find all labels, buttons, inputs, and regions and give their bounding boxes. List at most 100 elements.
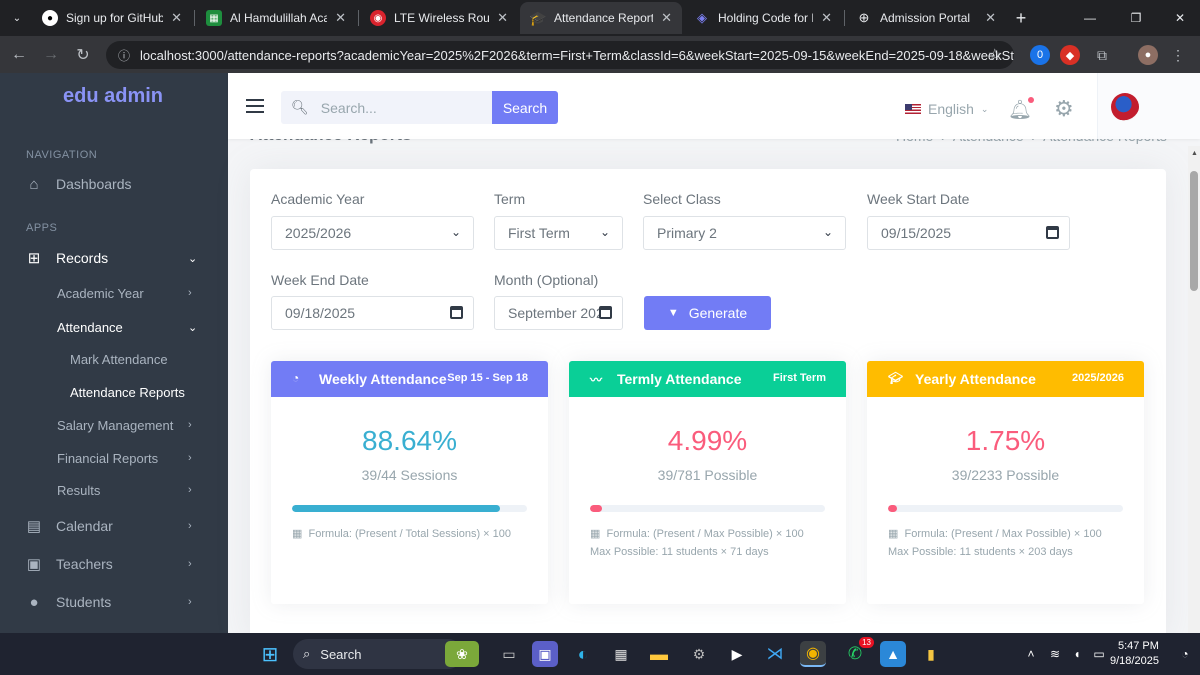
minimize-button[interactable]: — [1078,2,1102,34]
whatsapp-icon[interactable]: ✆ 13 [842,637,874,667]
file-explorer-icon[interactable]: ▬ [646,641,672,667]
term-select[interactable]: First Term ⌄ [494,216,623,250]
apps-section-title: APPS [26,222,58,234]
graduation-cap-icon: 🎓︎ [888,371,904,385]
photos-icon[interactable]: ▲ [880,641,906,667]
teams-icon[interactable]: ▣ [532,641,558,667]
academic-year-select[interactable]: 2025/2026 ⌄ [271,216,474,250]
stat-subtitle: 39/44 Sessions [361,467,458,483]
media-player-icon[interactable]: ▶ [724,641,750,667]
tab-search-button[interactable]: ⌄ [4,2,30,34]
sidebar-item-label: Records [56,250,109,266]
academic-year-label: Academic Year [271,191,365,207]
formula-text: ▦ Formula: (Present / Max Possible) × 10… [888,527,1102,540]
calculator-icon: ▦ [888,528,899,540]
close-icon[interactable]: ✕ [335,10,346,26]
close-window-button[interactable]: ✕ [1168,2,1192,34]
academic-year-value: 2025/2026 [285,225,352,241]
back-button[interactable]: ← [8,44,30,66]
close-icon[interactable]: ✕ [497,10,508,26]
widgets-icon[interactable]: ❀ [445,641,479,667]
sidebar-item-label: Teachers [56,556,113,572]
puzzle-extensions-icon[interactable]: ⧉ [1092,45,1112,65]
close-icon[interactable]: ✕ [171,10,182,26]
scroll-up-icon[interactable]: ▲ [1191,150,1198,157]
task-view-icon[interactable]: ▭ [496,641,522,667]
tab-github[interactable]: ● Sign up for GitHub · G ✕ [32,2,192,34]
stat-card-header: 〰 Termly Attendance First Term [569,361,846,397]
notification-center-icon[interactable]: ◔ [1172,641,1198,667]
tab-sheets[interactable]: ▦ Al Hamdulillah Acade ✕ [196,2,356,34]
progress-fill [292,505,501,512]
notification-bell-icon[interactable]: 🔔︎ [1008,97,1035,122]
formula-value: Formula: (Present / Max Possible) × 100 [606,528,804,540]
close-icon[interactable]: ✕ [821,10,832,26]
search-icon: 🔍︎ [291,99,309,115]
tab-admission-portal[interactable]: ⊕ Admission Portal ✕ [846,2,1006,34]
store-icon[interactable]: ▦ [608,641,634,667]
gear-icon[interactable]: ⚙ [1054,96,1074,122]
windows-start-icon[interactable]: ⊞ [257,641,283,667]
extension-red-icon[interactable]: ◆ [1060,45,1080,65]
week-start-date-input[interactable]: 09/15/2025 [867,216,1070,250]
sidebar-item-label: Attendance [57,319,123,335]
chevron-right-icon: › [188,520,192,532]
new-tab-button[interactable]: + [1010,2,1032,34]
chevron-down-icon: ⌄ [188,252,198,265]
generate-button[interactable]: ▼ Generate [644,296,771,330]
tab-router[interactable]: ◉ LTE Wireless Router ✕ [360,2,518,34]
page-scrollbar[interactable]: ▲ ▼ [1188,146,1200,633]
reload-button[interactable]: ↻ [72,44,94,66]
calendar-icon[interactable] [599,306,612,319]
sidebar-item-label: Academic Year [57,285,144,301]
calculator-icon: ▦ [590,528,601,540]
brand-logo[interactable]: edu admin [63,85,163,108]
bookmark-star-icon[interactable]: ☆ [988,45,1002,65]
search-input[interactable]: 🔍︎ Search... [281,91,492,124]
site-info-icon[interactable]: ⓘ [118,47,130,64]
edge-icon[interactable]: ◐ [570,641,596,667]
chevron-up-icon[interactable]: ˄ [1018,641,1044,667]
scrollbar-thumb[interactable] [1190,171,1198,291]
user-menu[interactable] [1097,73,1200,139]
chevron-right-icon: › [188,558,192,570]
close-icon[interactable]: ✕ [661,10,672,26]
calendar-icon[interactable] [450,306,463,319]
plus-icon: + [1015,7,1027,28]
kebab-menu-icon[interactable]: ⋮ [1168,45,1188,65]
avatar[interactable] [1111,93,1139,121]
taskbar-search[interactable]: ⌕ Search [293,639,463,669]
week-end-date-input[interactable]: 09/18/2025 [271,296,474,330]
week-start-label: Week Start Date [867,191,970,207]
search-button[interactable]: Search [492,91,558,124]
settings-icon[interactable]: ⚙ [686,641,712,667]
tab-title: Admission Portal [880,11,971,25]
chevron-right-icon: › [188,419,192,431]
calendar-icon[interactable] [1046,226,1059,239]
sidebar-item-label: Attendance Reports [70,384,185,400]
battery-icon[interactable]: ▭ [1086,641,1112,667]
nav-section-title: NAVIGATION [26,149,98,161]
forward-button[interactable]: → [40,44,62,66]
month-input[interactable]: September 202 [494,296,623,330]
tab-attendance-reports[interactable]: 🎓 Attendance Reports - ✕ [520,2,682,34]
extension-icon[interactable]: 0 [1030,45,1050,65]
router-icon: ◉ [370,10,386,26]
chrome-icon[interactable]: ◉ [800,641,826,667]
stat-card-header: 🎓︎ Yearly Attendance 2025/2026 [867,361,1144,397]
tab-holding-code[interactable]: ◈ Holding Code for Fur ✕ [684,2,842,34]
address-bar[interactable]: ⓘ localhost:3000/attendance-reports?acad… [106,41,1014,69]
progress-track [888,505,1123,512]
language-dropdown[interactable]: English ⌄ [905,101,988,117]
vscode-icon[interactable]: ⋊ [762,641,788,667]
restore-button[interactable]: ❐ [1124,2,1148,34]
taskbar-clock[interactable]: 5:47 PM 9/18/2025 [1110,639,1159,669]
menu-toggle-button[interactable] [246,99,264,113]
class-select[interactable]: Primary 2 ⌄ [643,216,846,250]
profile-avatar[interactable]: ● [1138,45,1158,65]
stat-subtitle: 39/2233 Possible [951,467,1060,483]
notes-icon[interactable]: ▮ [918,641,944,667]
close-icon[interactable]: ✕ [985,10,996,26]
stat-card-badge: First Term [773,372,826,384]
taskbar-search-label: Search [320,646,362,662]
